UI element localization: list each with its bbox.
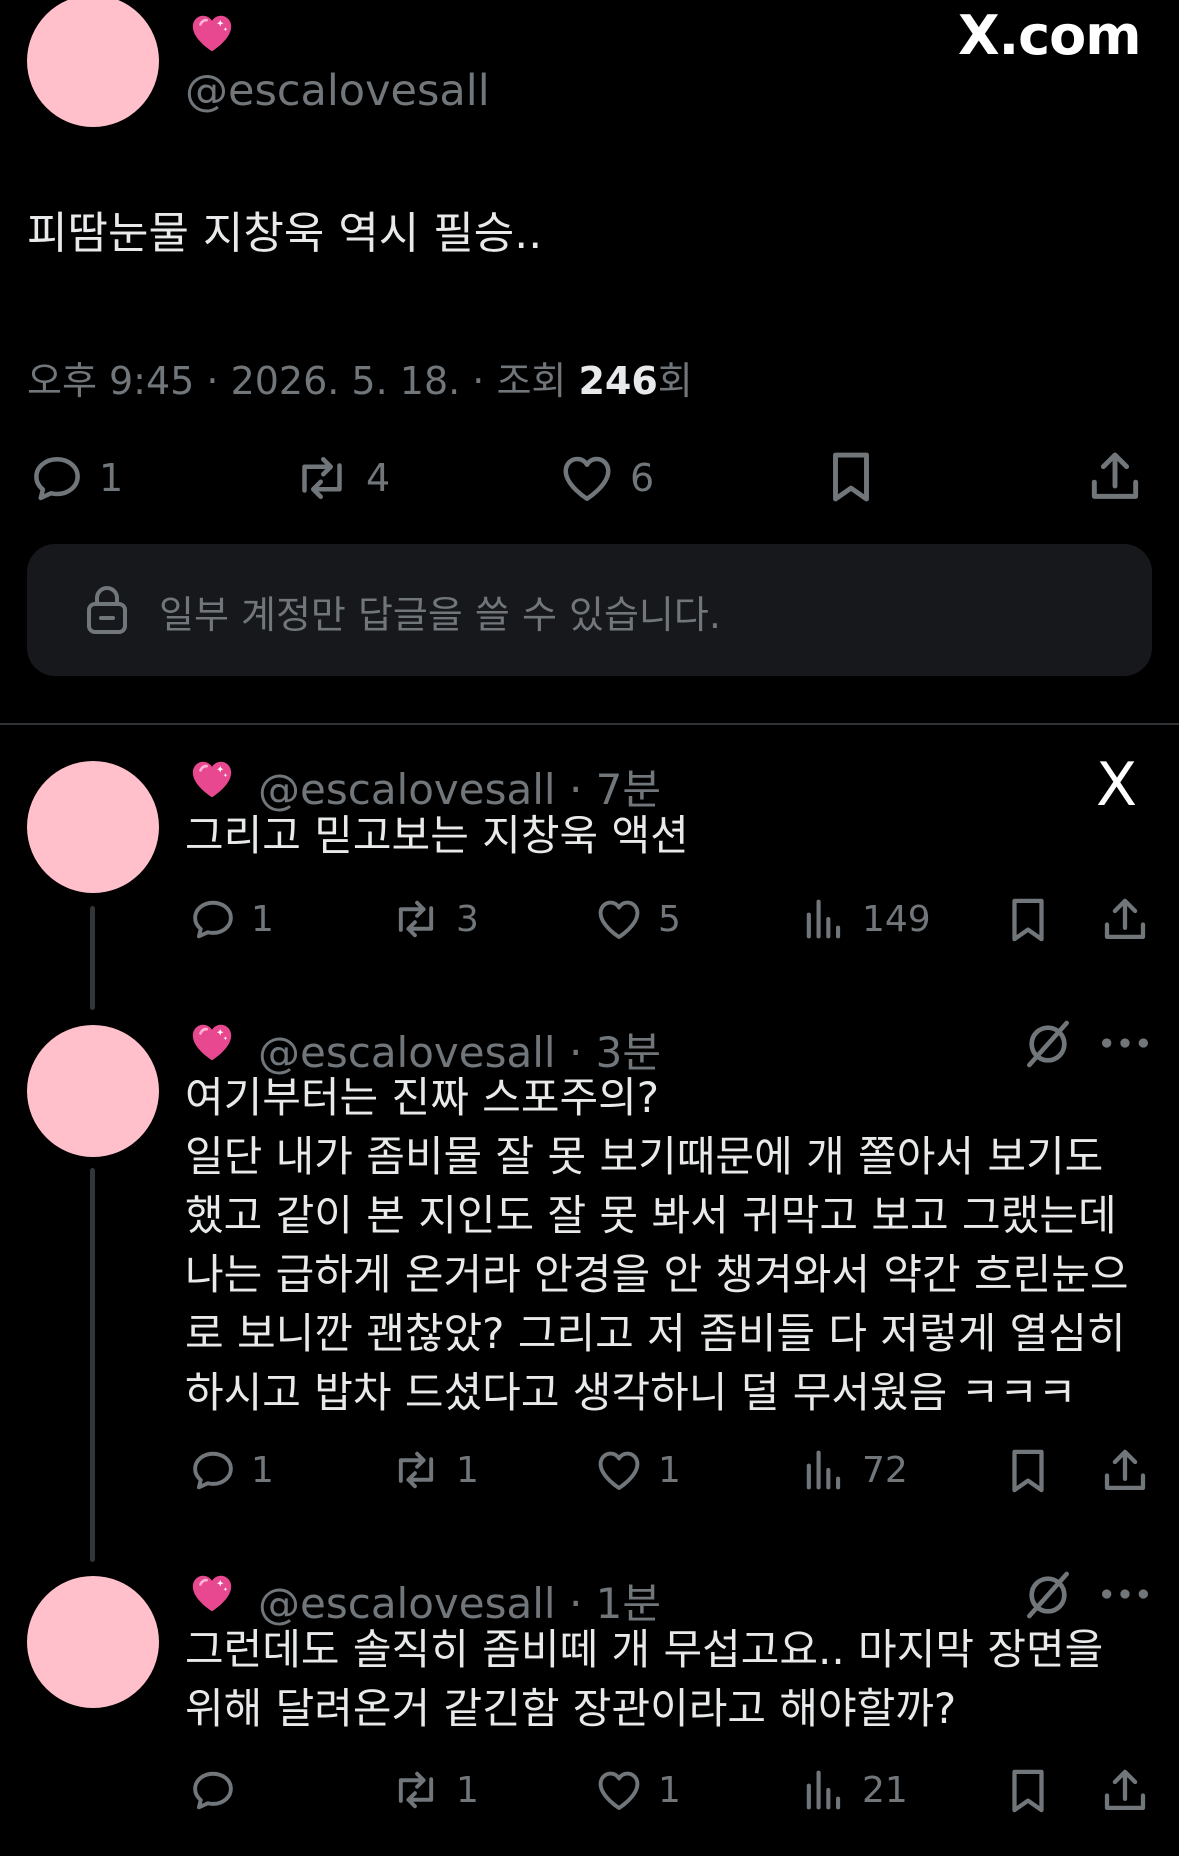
share-button[interactable]	[1098, 1764, 1152, 1818]
retweet-count: 3	[456, 898, 479, 940]
views-button[interactable]: 149	[798, 893, 931, 945]
retweet-count: 4	[366, 456, 391, 500]
avatar[interactable]	[27, 1025, 159, 1157]
pink-heart-emoji	[189, 1019, 235, 1065]
views-icon	[798, 1444, 850, 1496]
like-icon	[592, 1764, 646, 1816]
reply-button[interactable]: 1	[187, 893, 274, 945]
like-icon	[592, 893, 646, 945]
like-count: 1	[658, 1449, 681, 1491]
retweet-button[interactable]: 1	[388, 1764, 479, 1816]
tweet-text: 피땀눈물 지창욱 역시 필승..	[27, 208, 543, 259]
translate-icon[interactable]	[1020, 1016, 1076, 1072]
retweet-button[interactable]: 4	[290, 448, 390, 508]
view-count: 246	[578, 359, 658, 403]
views-count: 21	[862, 1769, 908, 1811]
views-count: 149	[862, 898, 931, 940]
reply-restriction-notice: 일부 계정만 답글을 쓸 수 있습니다.	[27, 544, 1152, 676]
reply-button[interactable]: 1	[187, 1444, 274, 1496]
reply-count: 1	[251, 1449, 274, 1491]
reply-text: 그런데도 솔직히 좀비떼 개 무섭고요.. 마지막 장면을 위해 달려온거 같긴…	[185, 1625, 1104, 1733]
retweet-icon	[388, 1764, 444, 1816]
avatar[interactable]	[27, 0, 159, 127]
reply-icon	[187, 1764, 239, 1816]
like-button[interactable]: 5	[592, 893, 681, 945]
bookmark-button[interactable]	[1001, 1444, 1055, 1498]
share-button[interactable]	[1098, 893, 1152, 947]
retweet-button[interactable]: 1	[388, 1444, 479, 1496]
views-button[interactable]: 72	[798, 1444, 908, 1496]
views-count: 72	[862, 1449, 908, 1491]
more-icon[interactable]	[1100, 1584, 1150, 1604]
like-count: 5	[658, 898, 681, 940]
views-icon	[798, 893, 850, 945]
tweet-timestamp[interactable]: 오후 9:45 · 2026. 5. 18. · 조회	[27, 359, 578, 403]
views-icon	[798, 1764, 850, 1816]
reply-button[interactable]: 1	[27, 448, 123, 508]
share-icon	[1098, 893, 1152, 947]
pink-heart-emoji	[189, 756, 235, 802]
like-icon	[592, 1444, 646, 1496]
reply-icon	[187, 893, 239, 945]
views-button[interactable]: 21	[798, 1764, 908, 1816]
section-divider	[0, 723, 1179, 725]
pink-heart-emoji	[189, 1570, 235, 1616]
retweet-icon	[388, 893, 444, 945]
pink-heart-emoji	[189, 10, 235, 56]
share-icon	[1084, 446, 1146, 508]
bookmark-icon	[1001, 893, 1055, 947]
reply-button[interactable]	[187, 1764, 251, 1816]
more-icon[interactable]	[1100, 1033, 1150, 1053]
retweet-count: 1	[456, 1769, 479, 1811]
x-logo-icon: X	[1096, 750, 1138, 820]
retweet-count: 1	[456, 1449, 479, 1491]
reply-text: 여기부터는 진짜 스포주의? 일단 내가 좀비물 잘 못 보기때문에 개 쫄아서…	[185, 1073, 1129, 1417]
author-handle[interactable]: @escalovesall	[185, 66, 490, 116]
reply-count: 1	[99, 456, 124, 500]
share-button[interactable]	[1084, 446, 1146, 508]
retweet-icon	[388, 1444, 444, 1496]
like-count: 1	[658, 1769, 681, 1811]
restriction-text: 일부 계정만 답글을 쓸 수 있습니다.	[159, 593, 721, 637]
translate-icon[interactable]	[1020, 1567, 1076, 1623]
thread-connector	[90, 906, 95, 1010]
reply-count: 1	[251, 898, 274, 940]
reply-text: 그리고 믿고보는 지창욱 액션	[185, 811, 689, 860]
bookmark-button[interactable]	[820, 446, 882, 508]
like-icon	[556, 448, 618, 508]
bookmark-icon	[1001, 1444, 1055, 1498]
view-suffix: 회	[657, 359, 693, 403]
bookmark-icon	[820, 446, 882, 508]
like-count: 6	[630, 456, 655, 500]
bookmark-button[interactable]	[1001, 1764, 1055, 1818]
reply-icon	[27, 448, 87, 508]
avatar[interactable]	[27, 761, 159, 893]
share-icon	[1098, 1764, 1152, 1818]
retweet-button[interactable]: 3	[388, 893, 479, 945]
avatar[interactable]	[27, 1576, 159, 1708]
thread-connector	[90, 1168, 95, 1562]
tweet-meta: 오후 9:45 · 2026. 5. 18. · 조회 246회	[27, 350, 693, 405]
share-button[interactable]	[1098, 1444, 1152, 1498]
like-button[interactable]: 1	[592, 1764, 681, 1816]
like-button[interactable]: 6	[556, 448, 654, 508]
x-com-watermark: X.com	[958, 4, 1142, 67]
like-button[interactable]: 1	[592, 1444, 681, 1496]
bookmark-button[interactable]	[1001, 893, 1055, 947]
share-icon	[1098, 1444, 1152, 1498]
retweet-icon	[290, 448, 354, 508]
lock-icon	[87, 586, 127, 634]
reply-icon	[187, 1444, 239, 1496]
bookmark-icon	[1001, 1764, 1055, 1818]
